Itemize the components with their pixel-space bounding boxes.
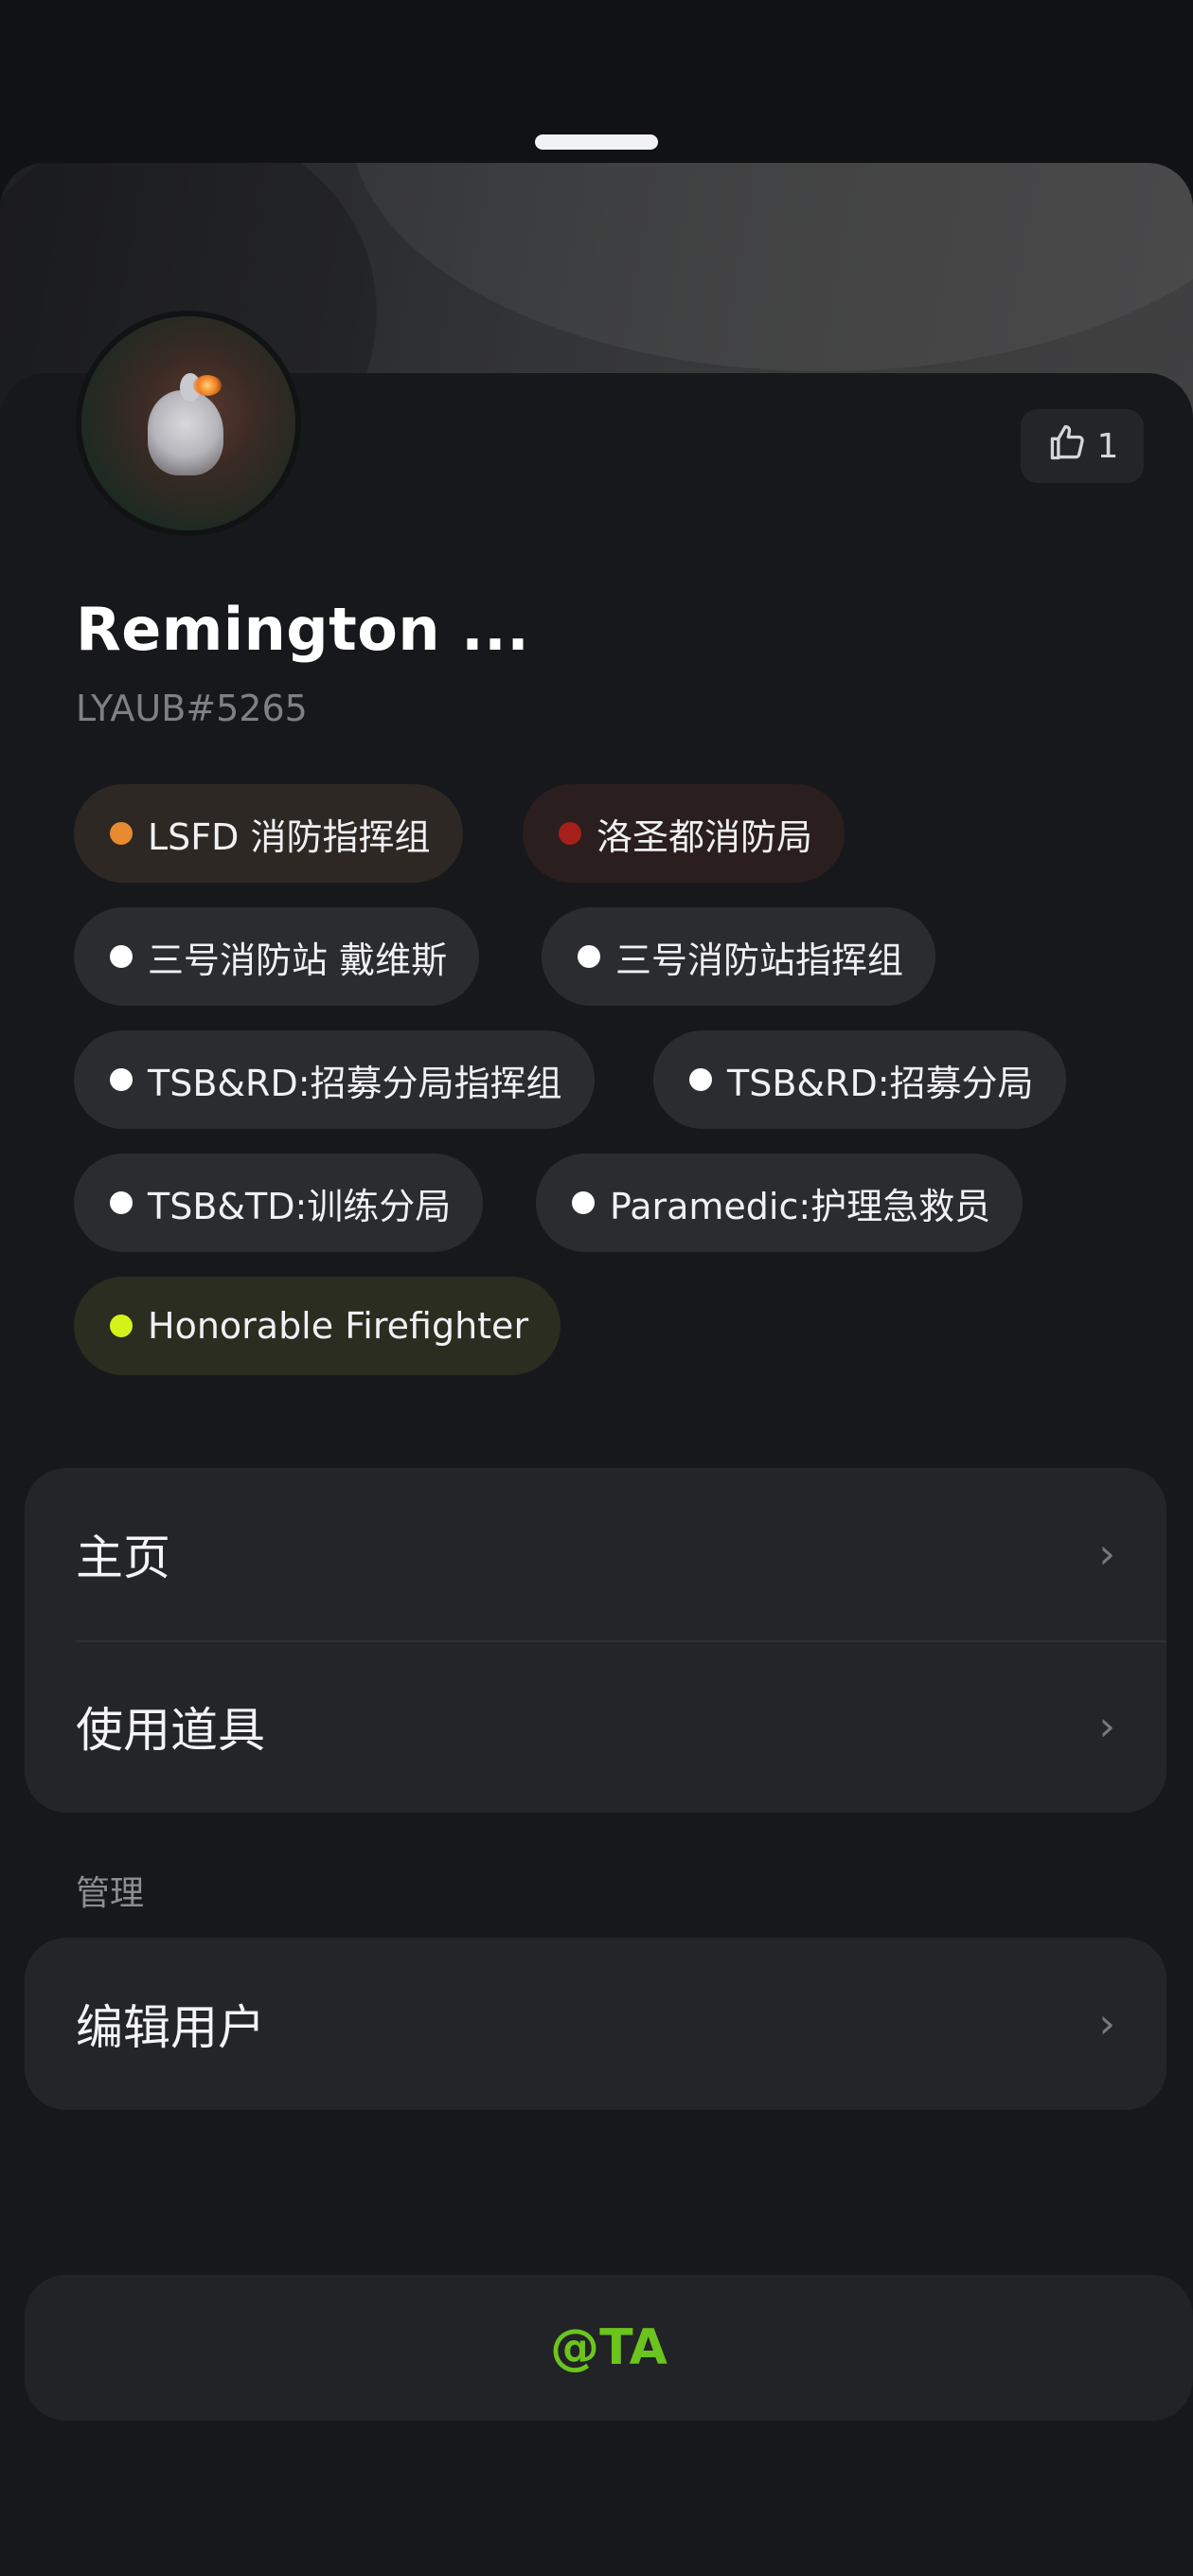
- tag-dot: [110, 1315, 133, 1337]
- menu-item-use-props[interactable]: 使用道具 ›: [25, 1640, 1166, 1813]
- role-tag[interactable]: TSB&TD:训练分局: [74, 1154, 484, 1252]
- menu-item-label: 使用道具: [76, 1703, 265, 1758]
- tag-dot: [572, 1191, 595, 1214]
- menu-item-home[interactable]: 主页 ›: [25, 1468, 1166, 1640]
- tag-dot: [689, 1068, 712, 1091]
- chevron-right-icon: ›: [1098, 1530, 1115, 1579]
- role-tag[interactable]: Honorable Firefighter: [74, 1277, 561, 1375]
- tag-label: 三号消防站 戴维斯: [148, 939, 448, 981]
- role-tag[interactable]: TSB&RD:招募分局: [653, 1030, 1066, 1129]
- mention-button[interactable]: @TA: [25, 2275, 1193, 2421]
- like-button[interactable]: 1: [1021, 409, 1144, 483]
- role-tag[interactable]: 三号消防站 戴维斯: [74, 907, 480, 1006]
- admin-section-title: 管理: [76, 1874, 145, 1913]
- tag-label: Paramedic:护理急救员: [610, 1185, 991, 1227]
- avatar[interactable]: [76, 311, 301, 536]
- profile-user-id: LYAUB#5265: [76, 688, 308, 729]
- tag-label: 三号消防站指挥组: [615, 939, 904, 981]
- role-tag[interactable]: LSFD 消防指挥组: [74, 784, 463, 883]
- tag-dot: [110, 822, 133, 845]
- chevron-right-icon: ›: [1098, 1702, 1115, 1751]
- avatar-figure: [148, 390, 223, 475]
- chevron-right-icon: ›: [1098, 1999, 1115, 2048]
- avatar-image: [81, 316, 295, 530]
- admin-menu: 编辑用户 ›: [25, 1938, 1166, 2110]
- like-count: 1: [1096, 426, 1119, 466]
- role-tag[interactable]: 洛圣都消防局: [523, 784, 846, 883]
- tag-dot: [110, 1068, 133, 1091]
- tag-label: LSFD 消防指挥组: [148, 815, 431, 858]
- tag-dot: [110, 1191, 133, 1214]
- tag-dot: [559, 822, 581, 845]
- tag-dot: [578, 945, 600, 968]
- role-tag[interactable]: TSB&RD:招募分局指挥组: [74, 1030, 595, 1129]
- tag-label: TSB&RD:招募分局: [727, 1062, 1034, 1104]
- profile-name: Remington ...: [76, 595, 530, 664]
- tag-dot: [110, 945, 133, 968]
- thumbs-up-icon: [1046, 421, 1088, 472]
- role-tag[interactable]: Paramedic:护理急救员: [536, 1154, 1024, 1252]
- sheet-drag-handle[interactable]: [535, 134, 658, 150]
- banner-shape: [350, 163, 1193, 371]
- tag-label: 洛圣都消防局: [596, 815, 813, 858]
- profile-menu: 主页 › 使用道具 ›: [25, 1468, 1166, 1813]
- role-tag[interactable]: 三号消防站指挥组: [542, 907, 936, 1006]
- tag-label: Honorable Firefighter: [148, 1305, 529, 1347]
- tag-label: TSB&RD:招募分局指挥组: [148, 1062, 562, 1104]
- menu-item-edit-user[interactable]: 编辑用户 ›: [25, 1938, 1166, 2110]
- menu-item-label: 主页: [76, 1530, 170, 1585]
- tag-label: TSB&TD:训练分局: [148, 1185, 452, 1227]
- avatar-flame: [193, 375, 222, 396]
- menu-item-label: 编辑用户: [76, 2000, 265, 2055]
